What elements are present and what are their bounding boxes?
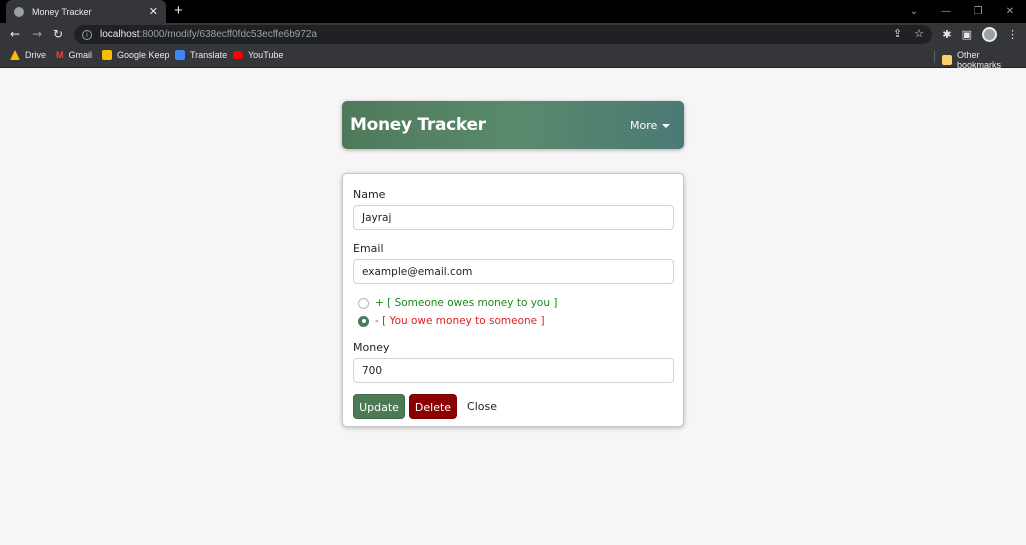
bookmark-label: Google Keep [117, 50, 170, 60]
youtube-icon [233, 51, 243, 59]
email-input[interactable]: example@email.com [353, 259, 674, 284]
folder-icon [942, 55, 952, 65]
tab-search-icon[interactable]: ⌄ [898, 6, 930, 17]
tab-title: Money Tracker [32, 6, 92, 17]
bookmark-youtube[interactable]: YouTube [233, 50, 283, 60]
back-icon[interactable]: ← [8, 27, 22, 41]
bookmark-label: YouTube [248, 50, 284, 60]
radio-owes-you[interactable]: + [ Someone owes money to you ] [358, 297, 557, 309]
modify-form-card: Name Jayraj Email example@email.com + [ … [342, 173, 684, 427]
bookmarks-divider [934, 51, 935, 63]
other-bookmarks-label: Other bookmarks [957, 50, 1002, 70]
more-label: More [630, 119, 658, 132]
bookmark-drive[interactable]: Drive [10, 50, 46, 60]
other-bookmarks[interactable]: Other bookmarks [942, 50, 1026, 70]
bookmark-translate[interactable]: Translate [175, 50, 227, 60]
bookmark-label: Translate [190, 50, 228, 60]
gmail-icon: M [56, 50, 64, 60]
globe-icon [14, 6, 24, 17]
radio-button-checked[interactable] [358, 315, 369, 327]
window-close-icon[interactable]: ✕ [994, 6, 1026, 17]
browser-tab[interactable]: Money Tracker ✕ [6, 0, 166, 23]
app-navbar: Money Tracker More [342, 101, 684, 149]
app-title[interactable]: Money Tracker [350, 115, 486, 135]
new-tab-button[interactable]: + [174, 3, 183, 19]
keep-icon [102, 50, 112, 60]
caret-down-icon [662, 123, 671, 128]
browser-tab-strip: Money Tracker ✕ + ⌄ — ❐ ✕ [0, 0, 1026, 23]
menu-kebab-icon[interactable]: ⋮ [1007, 28, 1018, 41]
radio-you-owe-label: - [ You owe money to someone ] [375, 315, 545, 327]
close-tab-icon[interactable]: ✕ [149, 6, 158, 17]
bookmark-label: Gmail [68, 50, 93, 60]
translate-icon [175, 50, 185, 60]
profile-avatar[interactable] [982, 27, 997, 42]
close-button[interactable]: Close [461, 394, 503, 419]
bookmark-gmail[interactable]: M Gmail [56, 50, 92, 60]
site-info-icon[interactable]: i [82, 29, 92, 40]
share-icon[interactable]: ⇪ [893, 27, 902, 40]
extensions-icon[interactable]: ✱ [942, 28, 951, 41]
restore-icon[interactable]: ❐ [962, 6, 994, 17]
bookmark-google-keep[interactable]: Google Keep [102, 50, 170, 60]
drive-icon [10, 50, 20, 60]
delete-button[interactable]: Delete [409, 394, 457, 419]
more-dropdown[interactable]: More [630, 119, 671, 132]
money-input[interactable]: 700 [353, 358, 674, 383]
update-button[interactable]: Update [353, 394, 405, 419]
forward-icon[interactable]: → [30, 27, 44, 41]
email-label: Email [353, 242, 384, 255]
url-text: localhost:8000/modify/638ecff0fdc53ecffe… [100, 29, 318, 40]
address-bar[interactable]: i localhost:8000/modify/638ecff0fdc53ecf… [74, 25, 932, 44]
radio-you-owe[interactable]: - [ You owe money to someone ] [358, 315, 545, 327]
side-panel-icon[interactable]: ▣ [962, 28, 972, 41]
radio-button[interactable] [358, 297, 369, 309]
browser-toolbar: ← → ↻ i localhost:8000/modify/638ecff0fd… [0, 23, 1026, 46]
bookmark-star-icon[interactable]: ☆ [914, 27, 924, 40]
minimize-icon[interactable]: — [930, 6, 962, 17]
bookmark-label: Drive [25, 50, 47, 60]
window-controls: ⌄ — ❐ ✕ [898, 0, 1026, 23]
name-input[interactable]: Jayraj [353, 205, 674, 230]
reload-icon[interactable]: ↻ [51, 27, 65, 41]
name-label: Name [353, 188, 386, 201]
radio-owes-you-label: + [ Someone owes money to you ] [375, 297, 558, 309]
money-label: Money [353, 341, 390, 354]
bookmarks-bar: Drive M Gmail Google Keep Translate YouT… [0, 46, 1026, 70]
